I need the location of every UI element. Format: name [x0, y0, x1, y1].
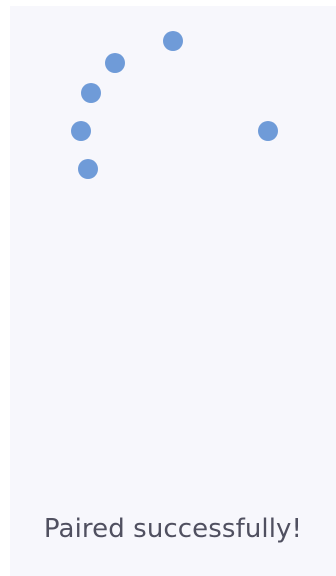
spinner-dot	[258, 121, 278, 141]
loading-spinner-icon	[71, 31, 278, 179]
spinner-dot	[78, 159, 98, 179]
spinner-dot	[71, 121, 91, 141]
spinner-dot	[105, 53, 125, 73]
spinner-dot	[163, 31, 183, 51]
spinner-dot	[81, 83, 101, 103]
status-message: Paired successfully!	[43, 514, 303, 544]
